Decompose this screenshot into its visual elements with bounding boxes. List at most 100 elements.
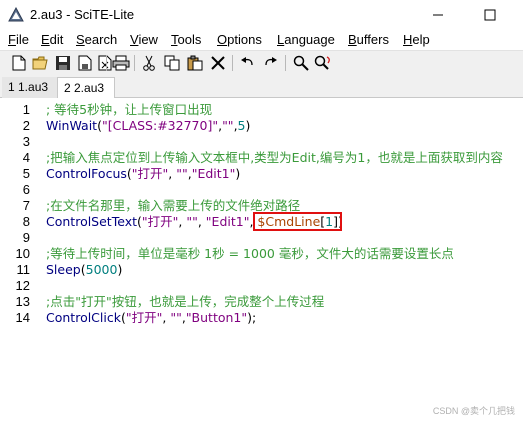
string-literal: "打开" xyxy=(131,166,169,181)
string-literal: "" xyxy=(176,166,188,181)
title-bar: 2.au3 - SciTE-Lite xyxy=(0,0,523,30)
operator: ) xyxy=(245,118,251,133)
menu-buffers-label: uffers xyxy=(356,32,389,47)
string-literal: "" xyxy=(170,310,182,325)
menu-options-mnemonic: O xyxy=(217,32,228,47)
menu-edit-mnemonic: E xyxy=(41,32,50,47)
toolbar-separator xyxy=(232,55,233,71)
string-literal: "" xyxy=(222,118,234,133)
menu-help[interactable]: Help xyxy=(403,32,430,47)
operator: , xyxy=(197,214,206,229)
window-title: 2.au3 - SciTE-Lite xyxy=(30,7,135,22)
menu-language[interactable]: Language xyxy=(277,32,335,47)
toolbar-separator xyxy=(134,55,135,71)
new-file-icon[interactable] xyxy=(10,54,28,72)
function-name: ControlFocus xyxy=(46,166,127,181)
menu-edit[interactable]: Edit xyxy=(41,32,63,47)
line-number: 3 xyxy=(22,134,30,149)
menu-file-mnemonic: F xyxy=(8,32,16,47)
line-number: 2 xyxy=(22,118,30,133)
string-literal: "打开" xyxy=(125,310,163,325)
line-number: 10 xyxy=(15,246,30,261)
menu-view[interactable]: View xyxy=(130,32,158,47)
close-window-button[interactable] xyxy=(510,0,523,30)
annotation-highlight-box xyxy=(253,212,342,231)
line-number: 7 xyxy=(22,198,30,213)
string-literal: "Edit1" xyxy=(205,214,250,229)
scite-app-icon xyxy=(8,6,24,23)
function-name: ControlSetText xyxy=(46,214,137,229)
menu-help-label: elp xyxy=(412,32,430,47)
number-literal: 5 xyxy=(237,118,246,133)
copy-icon[interactable] xyxy=(163,54,181,72)
tab-1-au3[interactable]: 1 1.au3 xyxy=(2,77,57,98)
menu-file[interactable]: File xyxy=(8,32,29,47)
menu-edit-label: dit xyxy=(49,32,64,47)
watermark: CSDN @卖个几把钱 xyxy=(432,406,515,416)
menu-search-label: earch xyxy=(84,32,118,47)
redo-icon[interactable] xyxy=(261,54,279,72)
code-line-14: ControlClick("打开", "","Button1"); xyxy=(46,310,256,326)
code-line-13: ;点击"打开"按钮，也就是上传，完成整个上传过程 xyxy=(46,294,325,309)
line-number: 14 xyxy=(15,310,30,325)
menu-help-mnemonic: H xyxy=(403,32,413,47)
operator: ) xyxy=(235,166,241,181)
operator: ) xyxy=(117,262,123,277)
string-literal: "[CLASS:#32770]" xyxy=(101,118,219,133)
line-number: 11 xyxy=(16,262,31,277)
code-line-5: ControlFocus("打开", "","Edit1") xyxy=(46,166,240,182)
cut-icon[interactable] xyxy=(140,54,158,72)
string-literal: "" xyxy=(186,214,198,229)
menu-tools-label: ools xyxy=(177,32,202,47)
line-number: 4 xyxy=(22,150,30,165)
tab-2-au3[interactable]: 2 2.au3 xyxy=(57,77,115,99)
code-line-10: ;等待上传时间，单位是毫秒 1秒 = 1000 毫秒，文件大的话需要设置长点 xyxy=(46,246,454,261)
find-replace-icon[interactable] xyxy=(314,54,332,72)
minimize-button[interactable] xyxy=(420,0,456,30)
print-icon[interactable] xyxy=(112,54,130,72)
find-icon[interactable] xyxy=(292,54,310,72)
string-literal: "打开" xyxy=(141,214,179,229)
paste-icon[interactable] xyxy=(186,54,204,72)
menu-bar: File Edit Search View Tools Options Lang… xyxy=(0,30,523,50)
menu-buffers-mnemonic: B xyxy=(348,32,357,47)
line-number-gutter: 1 2 3 4 5 6 7 8 9 10 11 12 13 14 xyxy=(0,98,40,423)
toolbar xyxy=(0,50,523,75)
code-line-11: Sleep(5000) xyxy=(46,262,122,278)
menu-search-mnemonic: S xyxy=(76,32,85,47)
menu-options[interactable]: Options xyxy=(217,32,262,47)
menu-options-label: ptions xyxy=(227,32,262,47)
toolbar-separator xyxy=(106,55,107,71)
function-name: WinWait xyxy=(46,118,98,133)
line-number: 1 xyxy=(22,102,30,117)
code-editor[interactable]: 1 2 3 4 5 6 7 8 9 10 11 12 13 14 ; 等待5秒钟… xyxy=(0,98,523,423)
line-number: 13 xyxy=(15,294,30,309)
string-literal: "Button1" xyxy=(185,310,248,325)
buffer-tab-bar: 1 1.au3 2 2.au3 xyxy=(0,75,523,99)
code-line-4: ;把输入焦点定位到上传输入文本框中,类型为Edit,编号为1，也就是上面获取到内… xyxy=(46,150,503,165)
undo-icon[interactable] xyxy=(239,54,257,72)
line-number: 6 xyxy=(22,182,30,197)
save-as-icon[interactable] xyxy=(76,54,94,72)
menu-buffers[interactable]: Buffers xyxy=(348,32,389,47)
code-line-2: WinWait("[CLASS:#32770]","",5) xyxy=(46,118,250,134)
toolbar-separator xyxy=(285,55,286,71)
line-number: 5 xyxy=(22,166,30,181)
line-number: 12 xyxy=(15,278,30,293)
string-literal: "Edit1" xyxy=(191,166,236,181)
menu-language-label: anguage xyxy=(284,32,335,47)
menu-view-label: iew xyxy=(138,32,158,47)
line-number: 8 xyxy=(22,214,30,229)
code-line-1: ; 等待5秒钟，让上传窗口出现 xyxy=(46,102,213,117)
delete-icon[interactable] xyxy=(209,54,227,72)
open-folder-icon[interactable] xyxy=(32,54,50,72)
save-icon[interactable] xyxy=(54,54,72,72)
function-name: ControlClick xyxy=(46,310,121,325)
operator: ); xyxy=(247,310,257,325)
maximize-button[interactable] xyxy=(472,0,508,30)
menu-search[interactable]: Search xyxy=(76,32,117,47)
menu-tools[interactable]: Tools xyxy=(171,32,201,47)
menu-file-label: ile xyxy=(15,32,29,47)
line-number: 9 xyxy=(22,230,30,245)
function-name: Sleep xyxy=(46,262,81,277)
